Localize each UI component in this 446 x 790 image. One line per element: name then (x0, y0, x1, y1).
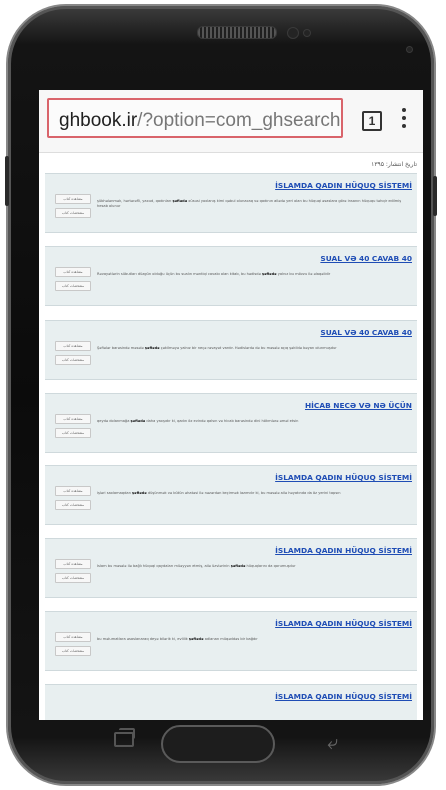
view-book-button[interactable]: مشاهده کتاب (55, 414, 91, 424)
result-title-link[interactable]: SUAL VƏ 40 CAVAB 40 (320, 328, 412, 337)
result-title-link[interactable]: SUAL VƏ 40 CAVAB 40 (320, 254, 412, 263)
view-book-button[interactable]: مشاهده کتاب (55, 559, 91, 569)
snippet-text: bu məlumatlara əsaslanaraq deyə bilərik … (97, 637, 189, 641)
result-card: SUAL VƏ 40 CAVAB 40 Şəfiələr barəsində mə… (45, 320, 417, 380)
proximity-sensor-icon (303, 29, 311, 37)
snippet-keyword: şəfiədə (230, 564, 246, 568)
snippet-text: şübhələnmək, hərtərəfli, yaxud, qadınlar… (97, 199, 173, 203)
result-title-link[interactable]: İSLAMDA QADIN HÜQUQ SİSTEMİ (275, 473, 412, 482)
book-details-button[interactable]: مشخصات کتاب (55, 500, 91, 510)
result-title-link[interactable]: İSLAMDA QADIN HÜQUQ SİSTEMİ (275, 619, 412, 628)
result-snippet: Şəfiələr barəsində məsələ şəfiədə çəkilm… (97, 346, 411, 358)
book-details-button[interactable]: مشخصات کتاب (55, 355, 91, 365)
result-title-link[interactable]: İSLAMDA QADIN HÜQUQ SİSTEMİ (275, 546, 412, 555)
result-title-link[interactable]: İSLAMDA QADIN HÜQUQ SİSTEMİ (275, 181, 412, 190)
result-title-link[interactable]: İSLAMDA QADIN HÜQUQ SİSTEMİ (275, 692, 412, 701)
light-sensor-icon (406, 46, 413, 53)
address-bar[interactable]: ghbook.ir/?option=com_ghsearch (47, 98, 343, 138)
snippet-text: İslam bu məsələ ilə bağlı hüquqi qaydala… (97, 564, 231, 568)
book-details-button[interactable]: مشخصات کتاب (55, 573, 91, 583)
book-details-button[interactable]: مشخصات کتاب (55, 281, 91, 291)
result-card: İSLAMDA QADIN HÜQUQ SİSTEMİ işləri saxlam… (45, 465, 417, 525)
home-button[interactable] (161, 725, 275, 763)
view-book-button[interactable]: مشاهده کتاب (55, 194, 91, 204)
publish-date-label: تاریخ انتشار: ۱۳۹۵ (371, 161, 417, 168)
result-card: HİCAB NECƏ VƏ NƏ ÜÇÜN qeydə dolanmağa şəf… (45, 393, 417, 453)
result-snippet: bu məlumatlara əsaslanaraq deyə bilərik … (97, 637, 411, 649)
result-card: SUAL VƏ 40 CAVAB 40 Rəvayətlərin sübutlar… (45, 246, 417, 306)
search-results-page: تاریخ انتشار: ۱۳۹۵ İSLAMDA QADIN HÜQUQ S… (39, 153, 423, 720)
snippet-text: Şəfiələr barəsində məsələ (97, 346, 145, 350)
book-details-button[interactable]: مشخصات کتاب (55, 646, 91, 656)
snippet-text: Rəvayətlərin sübutları düzgün olduğu üçü… (97, 272, 262, 276)
snippet-keyword: şəfiədə (172, 199, 188, 203)
url-text: ghbook.ir/?option=com_ghsearch (59, 110, 341, 132)
result-snippet: qeydə dolanmağa şəfiədə daha yaxşıdır ki… (97, 419, 411, 431)
book-details-button[interactable]: مشخصات کتاب (55, 208, 91, 218)
power-button[interactable] (433, 176, 437, 216)
result-card: İSLAMDA QADIN HÜQUQ SİSTEMİ şübhələnmək, … (45, 173, 417, 233)
view-book-button[interactable]: مشاهده کتاب (55, 486, 91, 496)
tab-switcher-button[interactable]: 1 (362, 111, 382, 131)
result-snippet: şübhələnmək, hərtərəfli, yaxud, qadınlar… (97, 199, 411, 211)
volume-button[interactable] (5, 156, 9, 206)
result-card: İSLAMDA QADIN HÜQUQ SİSTEMİ bu məlumatlar… (45, 611, 417, 671)
snippet-keyword: şəfiədə (261, 272, 277, 276)
browser-toolbar: ghbook.ir/?option=com_ghsearch 1 (39, 90, 423, 153)
snippet-text: düşünmək və bütün əhatəsi ilə nəzərdən k… (146, 491, 341, 495)
result-card: İSLAMDA QADIN HÜQUQ SİSTEMİ İslam bu məsə… (45, 538, 417, 598)
overflow-menu-icon[interactable] (401, 108, 407, 132)
result-title-link[interactable]: HİCAB NECƏ VƏ NƏ ÜÇÜN (305, 401, 412, 410)
url-path: /?option=com_ghsearch (137, 110, 341, 131)
snippet-text: daha yaxşıdır ki, qadın öz evində qalsın… (145, 419, 299, 423)
result-snippet: Rəvayətlərin sübutları düzgün olduğu üçü… (97, 272, 411, 284)
speaker-grille (197, 26, 277, 39)
snippet-keyword: şəfiədə (130, 419, 146, 423)
url-host: ghbook.ir (59, 110, 138, 131)
snippet-text: yalnız bu mövzu ilə əlaqəlidir (276, 272, 331, 276)
view-book-button[interactable]: مشاهده کتاب (55, 341, 91, 351)
snippet-keyword: şəfiədə (132, 491, 147, 495)
snippet-text: qeydə dolanmağa (97, 419, 131, 423)
view-book-button[interactable]: مشاهده کتاب (55, 632, 91, 642)
phone-screen: ghbook.ir/?option=com_ghsearch 1 تاریخ ا… (39, 90, 423, 720)
snippet-keyword: şəfiədə (144, 346, 160, 350)
recent-apps-icon[interactable] (114, 728, 135, 747)
snippet-keyword: şəfiədə (188, 637, 204, 641)
snippet-text: çəkilməyə yalnız bir neçə rəvayət vardır… (159, 346, 337, 350)
phone-frame: ghbook.ir/?option=com_ghsearch 1 تاریخ ا… (5, 6, 437, 784)
front-camera-icon (287, 27, 299, 39)
snippet-text: hüquqlarını da qorumuşdur (245, 564, 296, 568)
snippet-text: işləri saxlamaqdan (97, 491, 132, 495)
result-snippet: işləri saxlamaqdan şəfiədə düşünmək və b… (97, 491, 411, 503)
result-card: İSLAMDA QADIN HÜQUQ SİSTEMİ (45, 684, 417, 720)
snippet-text: adlanan müqəddəs bir bağdır (203, 637, 258, 641)
view-book-button[interactable]: مشاهده کتاب (55, 267, 91, 277)
book-details-button[interactable]: مشخصات کتاب (55, 428, 91, 438)
back-icon[interactable]: ⤶ (327, 730, 338, 754)
result-snippet: İslam bu məsələ ilə bağlı hüquqi qaydala… (97, 564, 411, 576)
